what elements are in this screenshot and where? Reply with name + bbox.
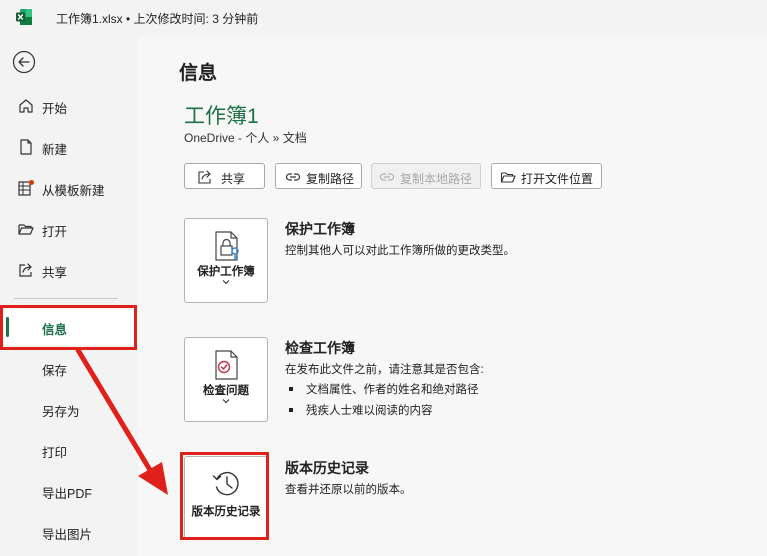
sidebar-item-export-pdf[interactable]: 导出PDF	[0, 473, 138, 509]
protect-workbook-description: 控制其他人可以对此工作簿所做的更改类型。	[285, 245, 515, 257]
document-title: 工作簿1	[184, 105, 259, 128]
sidebar-item-export-image[interactable]: 导出图片	[0, 514, 138, 550]
open-file-location-button[interactable]: 打开文件位置	[491, 163, 602, 189]
copy-path-button[interactable]: 复制路径	[275, 163, 362, 189]
inspect-document-icon	[215, 350, 238, 380]
open-file-location-label: 打开文件位置	[521, 172, 594, 186]
sidebar-item-share[interactable]: 共享	[0, 252, 138, 288]
sidebar-item-label: 信息	[42, 323, 68, 337]
sidebar-item-home[interactable]: 开始	[0, 88, 138, 124]
lock-document-icon	[215, 231, 239, 261]
copy-local-path-button[interactable]: 复制本地路径	[371, 163, 481, 189]
sidebar-item-label: 共享	[42, 266, 68, 280]
template-icon	[18, 180, 34, 196]
check-for-issues-tile-label: 检查问题	[203, 385, 249, 397]
bullet-dot	[289, 407, 293, 412]
sidebar-item-label: 打印	[42, 446, 68, 460]
folder-open-icon	[18, 224, 34, 235]
sidebar-item-new[interactable]: 新建	[0, 129, 138, 165]
sidebar-item-info[interactable]: 信息	[0, 309, 138, 345]
share-button-label: 共享	[221, 172, 246, 186]
sidebar-item-new-from-template[interactable]: 从模板新建	[0, 170, 138, 206]
bullet-dot	[289, 386, 293, 391]
sidebar-item-save[interactable]: 保存	[0, 350, 138, 386]
chevron-down-icon	[222, 280, 230, 285]
check-for-issues-button[interactable]: 检查问题	[184, 337, 268, 422]
sidebar-item-print[interactable]: 打印	[0, 432, 138, 468]
folder-open-icon	[500, 172, 516, 183]
protect-workbook-title: 保护工作簿	[285, 221, 355, 237]
copy-path-label: 复制路径	[306, 172, 355, 186]
chevron-down-icon	[222, 399, 230, 404]
page-title: 信息	[179, 63, 218, 84]
selection-indicator	[6, 317, 9, 337]
version-history-description: 查看并还原以前的版本。	[285, 484, 412, 496]
protect-workbook-button[interactable]: 保护工作簿	[184, 218, 268, 303]
bullet-text: 残疾人士难以阅读的内容	[306, 405, 433, 417]
sidebar-item-label: 导出图片	[42, 528, 93, 542]
sidebar-item-label: 打开	[42, 225, 68, 239]
new-doc-icon	[20, 139, 32, 155]
info-panel: 信息 工作簿1 OneDrive - 个人 » 文档 共享 复制路径 复制本地路…	[138, 36, 767, 556]
sidebar-item-label: 新建	[42, 143, 68, 157]
window-title: 工作簿1.xlsx • 上次修改时间: 3 分钟前	[56, 12, 259, 26]
version-history-title: 版本历史记录	[285, 460, 369, 476]
backstage-sidebar: 开始 新建 从模板新建 打开 共享 信息 保存 另存为 打印 导出PDF 导出图…	[0, 36, 138, 556]
share-button[interactable]: 共享	[184, 163, 265, 189]
sidebar-divider	[14, 298, 118, 299]
version-history-button[interactable]: 版本历史记录	[184, 456, 268, 539]
history-clock-icon	[212, 471, 239, 496]
link-icon	[285, 173, 301, 181]
inspect-workbook-description: 在发布此文件之前，请注意其是否包含:	[285, 364, 484, 376]
excel-logo-icon	[16, 9, 32, 25]
sidebar-item-label: 从模板新建	[42, 184, 105, 198]
link-icon	[379, 173, 395, 181]
back-arrow-icon[interactable]	[12, 50, 36, 74]
copy-local-path-label: 复制本地路径	[400, 172, 473, 186]
sidebar-item-save-as[interactable]: 另存为	[0, 391, 138, 427]
sidebar-item-label: 导出PDF	[42, 487, 93, 501]
title-bar: 工作簿1.xlsx • 上次修改时间: 3 分钟前	[0, 0, 767, 36]
sidebar-item-open[interactable]: 打开	[0, 211, 138, 247]
sidebar-item-label: 保存	[42, 364, 68, 378]
inspect-workbook-title: 检查工作簿	[285, 340, 355, 356]
document-path: OneDrive - 个人 » 文档	[184, 131, 307, 145]
inspect-bullet-item: 文档属性、作者的姓名和绝对路径	[289, 381, 479, 397]
bullet-text: 文档属性、作者的姓名和绝对路径	[306, 384, 479, 396]
sidebar-item-label: 另存为	[42, 405, 80, 419]
version-history-tile-label: 版本历史记录	[191, 506, 261, 518]
sidebar-item-label: 开始	[42, 102, 68, 116]
share-icon	[19, 263, 32, 277]
share-icon	[198, 170, 211, 184]
inspect-bullet-item: 残疾人士难以阅读的内容	[289, 402, 433, 418]
home-icon	[19, 99, 33, 113]
protect-workbook-tile-label: 保护工作簿	[197, 266, 255, 278]
